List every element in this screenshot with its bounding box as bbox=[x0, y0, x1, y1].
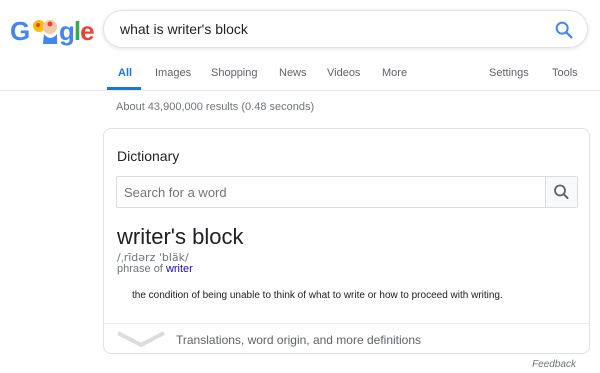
word-search-button[interactable] bbox=[545, 177, 577, 207]
feedback-link[interactable]: Feedback bbox=[532, 359, 576, 370]
word-search-input[interactable] bbox=[117, 177, 545, 207]
search-icon bbox=[554, 184, 569, 199]
search-input[interactable]: what is writer's block bbox=[120, 21, 248, 37]
word-search-box bbox=[116, 176, 578, 208]
active-tab-indicator bbox=[107, 87, 141, 90]
headword: writer's block bbox=[117, 224, 244, 249]
tab-videos[interactable]: Videos bbox=[327, 67, 360, 79]
more-definitions-row[interactable]: Translations, word origin, and more defi… bbox=[104, 323, 589, 353]
tab-shopping[interactable]: Shopping bbox=[211, 67, 258, 79]
dictionary-title: Dictionary bbox=[117, 148, 180, 164]
chevron-down-icon bbox=[117, 331, 165, 347]
phrase-of-prefix: phrase of bbox=[117, 263, 163, 275]
dictionary-card: Dictionary writer's block /ˌrīdərz ˈbläk… bbox=[103, 128, 590, 354]
tab-tools[interactable]: Tools bbox=[552, 67, 578, 79]
doodle-icon bbox=[33, 20, 57, 44]
tab-all[interactable]: All bbox=[118, 67, 132, 79]
search-tabs: All Images Shopping News Videos More Set… bbox=[0, 58, 600, 91]
search-icon[interactable] bbox=[553, 19, 575, 41]
definition-text: the condition of being unable to think o… bbox=[132, 290, 503, 301]
phrase-of: phrase of writer bbox=[117, 263, 193, 275]
search-box[interactable]: what is writer's block bbox=[103, 10, 588, 48]
tab-settings[interactable]: Settings bbox=[489, 67, 529, 79]
phrase-of-link[interactable]: writer bbox=[166, 263, 193, 275]
tab-images[interactable]: Images bbox=[155, 67, 191, 79]
google-logo[interactable]: Google bbox=[10, 10, 95, 50]
more-definitions-label: Translations, word origin, and more defi… bbox=[176, 333, 422, 347]
result-stats: About 43,900,000 results (0.48 seconds) bbox=[116, 101, 315, 113]
tab-news[interactable]: News bbox=[279, 67, 307, 79]
tab-more[interactable]: More bbox=[382, 67, 407, 79]
